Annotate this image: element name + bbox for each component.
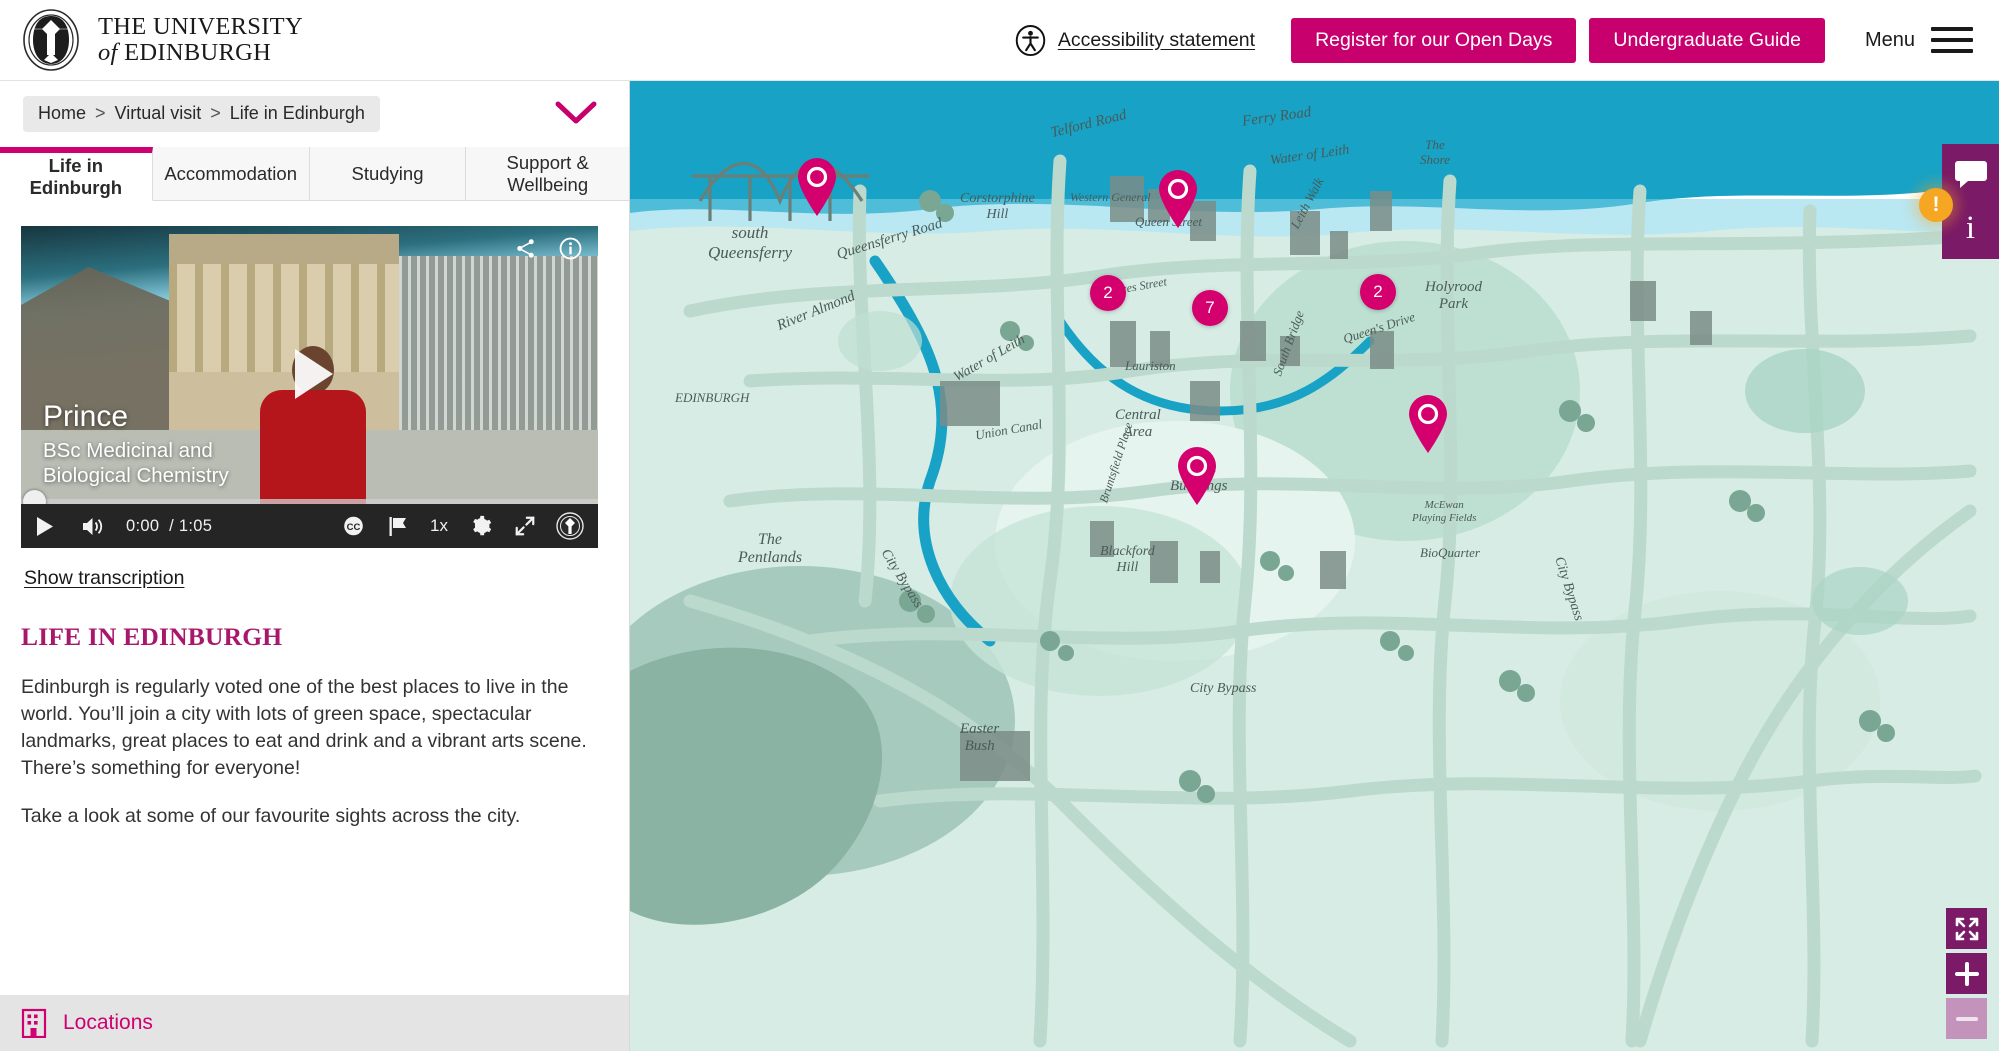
closed-captions-icon[interactable]: CC: [341, 516, 366, 536]
register-open-days-button[interactable]: Register for our Open Days: [1291, 17, 1577, 63]
map-alert-badge[interactable]: !: [1919, 188, 1953, 222]
fullscreen-icon[interactable]: [514, 515, 536, 537]
flag-icon[interactable]: [388, 516, 408, 537]
video-time-separator: /: [169, 516, 174, 535]
video-caption-line1: BSc Medicinal and: [43, 439, 213, 462]
body-paragraph-1: Edinburgh is regularly voted one of the …: [21, 676, 587, 780]
tab-accommodation[interactable]: Accommodation: [152, 147, 310, 200]
accessibility-statement-label: Accessibility statement: [1057, 28, 1256, 51]
svg-text:CC: CC: [347, 522, 361, 533]
tab-studying[interactable]: Studying: [309, 147, 467, 200]
video-current-time: 0:00: [126, 516, 160, 535]
video-control-bar: 0:00 / 1:05 CC 1x: [21, 504, 598, 548]
expand-arrows-icon[interactable]: [1946, 908, 1987, 949]
breadcrumb-item-home[interactable]: Home: [38, 103, 86, 124]
video-modern-building: [399, 256, 598, 456]
header-actions: Accessibility statement Register for our…: [1015, 17, 1973, 63]
locations-label: Locations: [63, 1011, 153, 1034]
video-time-display: 0:00 / 1:05: [126, 517, 212, 536]
locations-section-button[interactable]: Locations: [0, 995, 629, 1051]
gear-icon[interactable]: [470, 515, 492, 537]
tab-bar: Life in Edinburgh Accommodation Studying…: [0, 147, 629, 201]
map-zoom-controls: [1946, 908, 1987, 1039]
video-caption: Prince BSc Medicinal and Biological Chem…: [43, 399, 229, 488]
map-location-pin[interactable]: [795, 157, 839, 217]
menu-button[interactable]: Menu: [1865, 27, 1973, 53]
tab-support-wellbeing[interactable]: Support & Wellbeing: [466, 147, 629, 200]
map-cluster-marker[interactable]: 7: [1192, 290, 1228, 326]
video-play-overlay-button[interactable]: [269, 333, 351, 415]
content-panel: Home > Virtual visit > Life in Edinburgh…: [0, 81, 630, 1051]
map-location-pin[interactable]: [1156, 169, 1200, 229]
show-transcription-link[interactable]: Show transcription: [24, 567, 184, 590]
tab-life-in-edinburgh[interactable]: Life in Edinburgh: [0, 147, 153, 201]
accessibility-statement-link[interactable]: Accessibility statement: [1015, 24, 1256, 56]
university-crest-icon[interactable]: [556, 512, 584, 540]
brand-logo[interactable]: THE UNIVERSITY of EDINBURGH: [22, 9, 303, 71]
video-player[interactable]: Prince BSc Medicinal and Biological Chem…: [21, 226, 598, 548]
map-cluster-marker[interactable]: 2: [1360, 274, 1396, 310]
breadcrumb-separator: >: [210, 103, 221, 123]
share-icon[interactable]: [514, 237, 537, 265]
breadcrumb-item-virtual-visit[interactable]: Virtual visit: [115, 103, 202, 124]
map-location-pin[interactable]: [1175, 446, 1219, 506]
brand-of: of: [98, 39, 118, 66]
collapse-panel-button[interactable]: [553, 93, 599, 133]
video-caption-name: Prince: [43, 400, 129, 434]
breadcrumb-separator: >: [95, 103, 106, 123]
interactive-map[interactable]: south Queensferry Queensferry Road River Al…: [630, 81, 1999, 1051]
volume-icon[interactable]: [81, 516, 104, 537]
map-zoom-in-button[interactable]: [1946, 953, 1987, 994]
map-location-pin[interactable]: [1406, 394, 1450, 454]
play-icon[interactable]: [35, 516, 54, 537]
video-caption-line2: Biological Chemistry: [43, 464, 229, 487]
page-title: LIFE IN EDINBURGH: [21, 622, 283, 651]
menu-label: Menu: [1864, 28, 1915, 51]
site-header: THE UNIVERSITY of EDINBURGH Accessibilit…: [0, 0, 1999, 81]
map-info-letter: i: [1965, 210, 1976, 246]
body-paragraph-2: Take a look at some of our favourite sig…: [21, 805, 521, 828]
breadcrumb-row: Home > Virtual visit > Life in Edinburgh: [0, 81, 629, 147]
university-crest-icon: [23, 9, 79, 71]
map-cluster-marker[interactable]: 2: [1090, 275, 1126, 311]
hamburger-menu-icon: [1931, 27, 1973, 53]
playback-rate-button[interactable]: 1x: [430, 516, 448, 536]
brand-line-1: THE UNIVERSITY: [98, 13, 303, 41]
video-top-icons: [514, 237, 582, 265]
info-icon[interactable]: [559, 237, 582, 265]
chevron-down-icon: [555, 101, 597, 124]
map-zoom-out-button[interactable]: [1946, 998, 1987, 1039]
breadcrumb-item-life-in-edinburgh[interactable]: Life in Edinburgh: [230, 103, 365, 124]
brand-line-2: EDINBURGH: [124, 39, 272, 66]
map-illustration: [630, 81, 1999, 1051]
brand-wordmark: THE UNIVERSITY of EDINBURGH: [98, 14, 303, 65]
building-icon: [21, 1008, 47, 1038]
undergraduate-guide-button[interactable]: Undergraduate Guide: [1589, 17, 1825, 63]
speech-bubble-icon[interactable]: [1952, 155, 1989, 192]
breadcrumb: Home > Virtual visit > Life in Edinburgh: [23, 96, 380, 132]
accessibility-person-icon: [1015, 24, 1046, 56]
video-duration: 1:05: [178, 516, 213, 535]
info-letter-icon[interactable]: i: [1952, 210, 1989, 247]
